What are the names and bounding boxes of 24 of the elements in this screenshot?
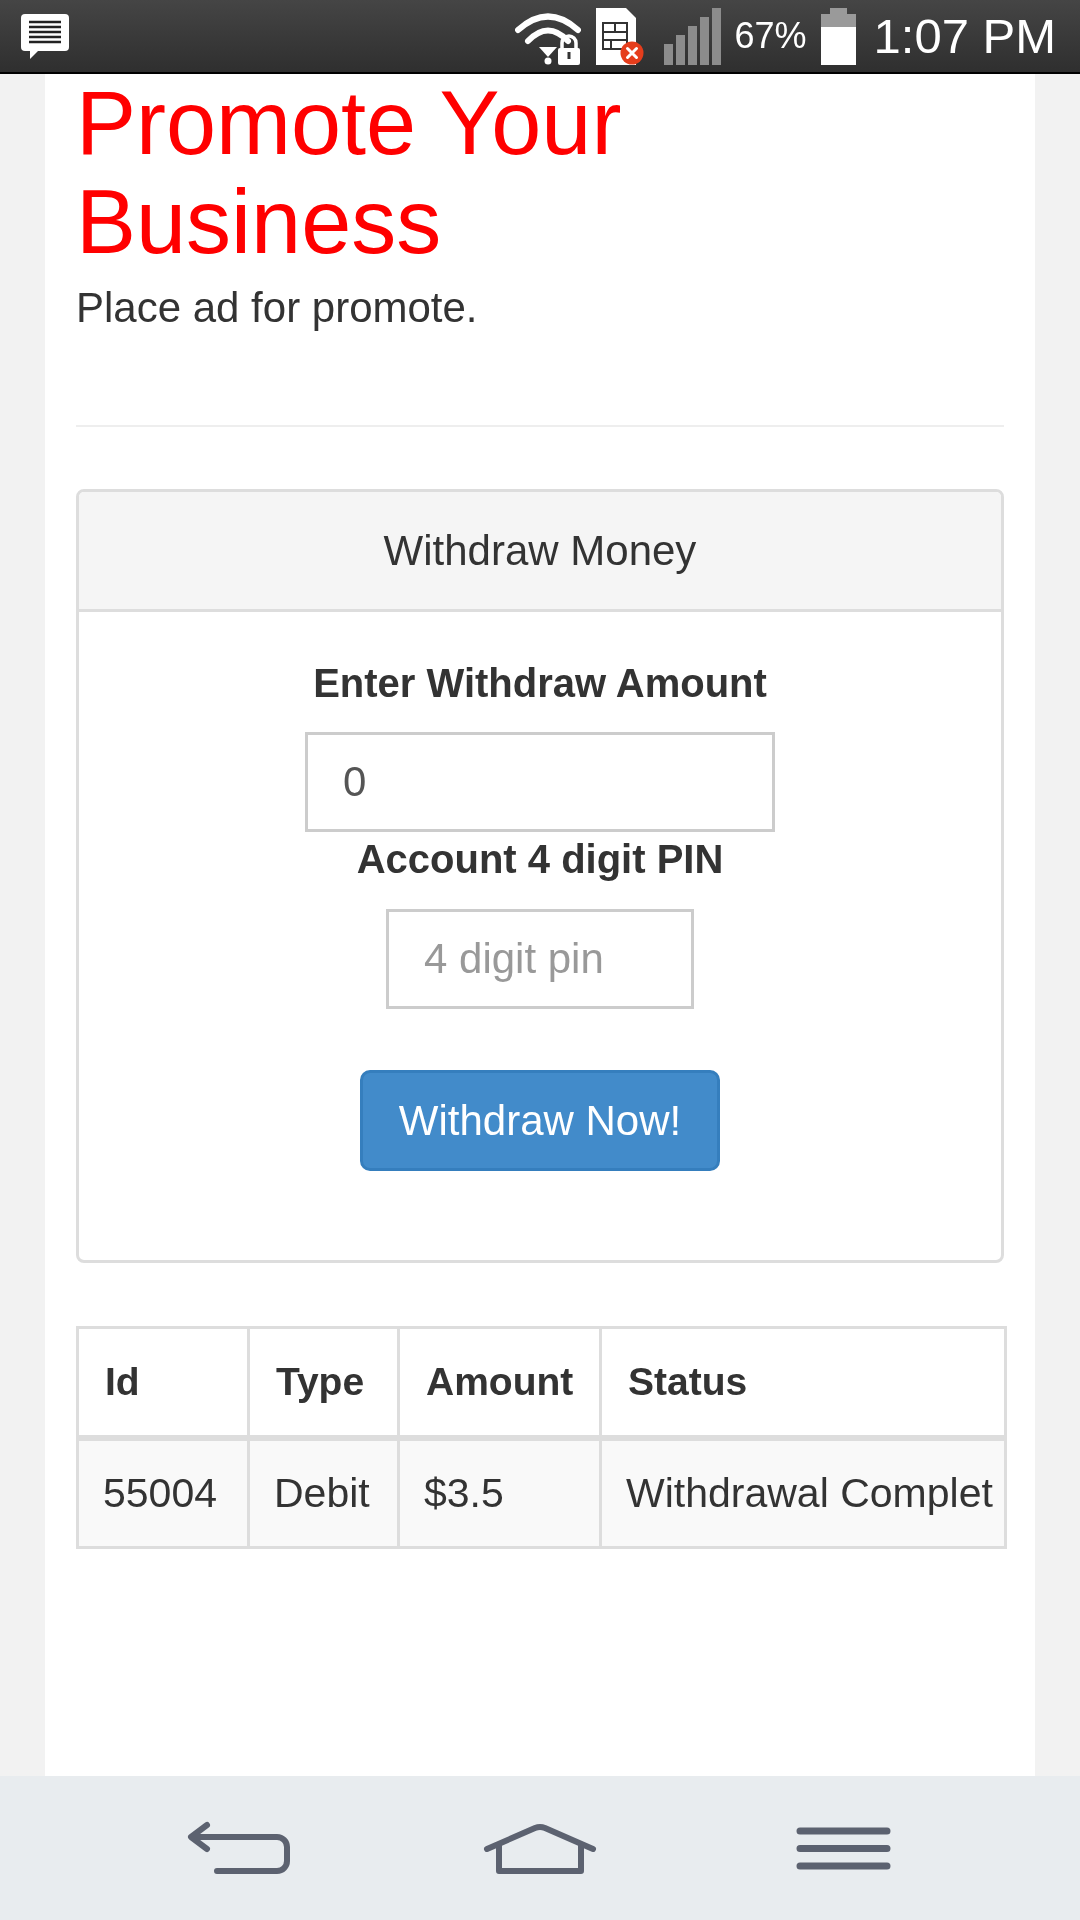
battery-percent: 67% (734, 16, 807, 56)
home-icon (483, 1822, 597, 1874)
menu-icon (796, 1825, 891, 1871)
clock-time: 1:07 PM (873, 8, 1056, 64)
column-header: Type (248, 1327, 399, 1438)
message-icon (21, 13, 69, 59)
subtitle: Place ad for promote. (76, 283, 479, 333)
column-header: Status (600, 1327, 1006, 1438)
withdraw-button[interactable]: Withdraw Now! (360, 1070, 720, 1171)
pin-label: Account 4 digit PIN (356, 836, 724, 883)
back-button[interactable] (186, 1821, 290, 1875)
page-heading: Promote Your Business (76, 74, 623, 272)
battery-icon (820, 7, 856, 65)
column-header: Amount (398, 1327, 601, 1438)
panel-title: Withdraw Money (383, 525, 697, 576)
back-arrow-icon (186, 1821, 290, 1875)
sim-card-icon (596, 7, 645, 65)
menu-button[interactable] (796, 1825, 891, 1871)
amount-input[interactable]: 0 (305, 732, 775, 832)
home-button[interactable] (483, 1822, 597, 1874)
pin-input[interactable]: 4 digit pin (386, 909, 694, 1009)
amount-label: Enter Withdraw Amount (313, 660, 767, 707)
column-header: Id (77, 1327, 249, 1438)
signal-icon (664, 7, 722, 65)
